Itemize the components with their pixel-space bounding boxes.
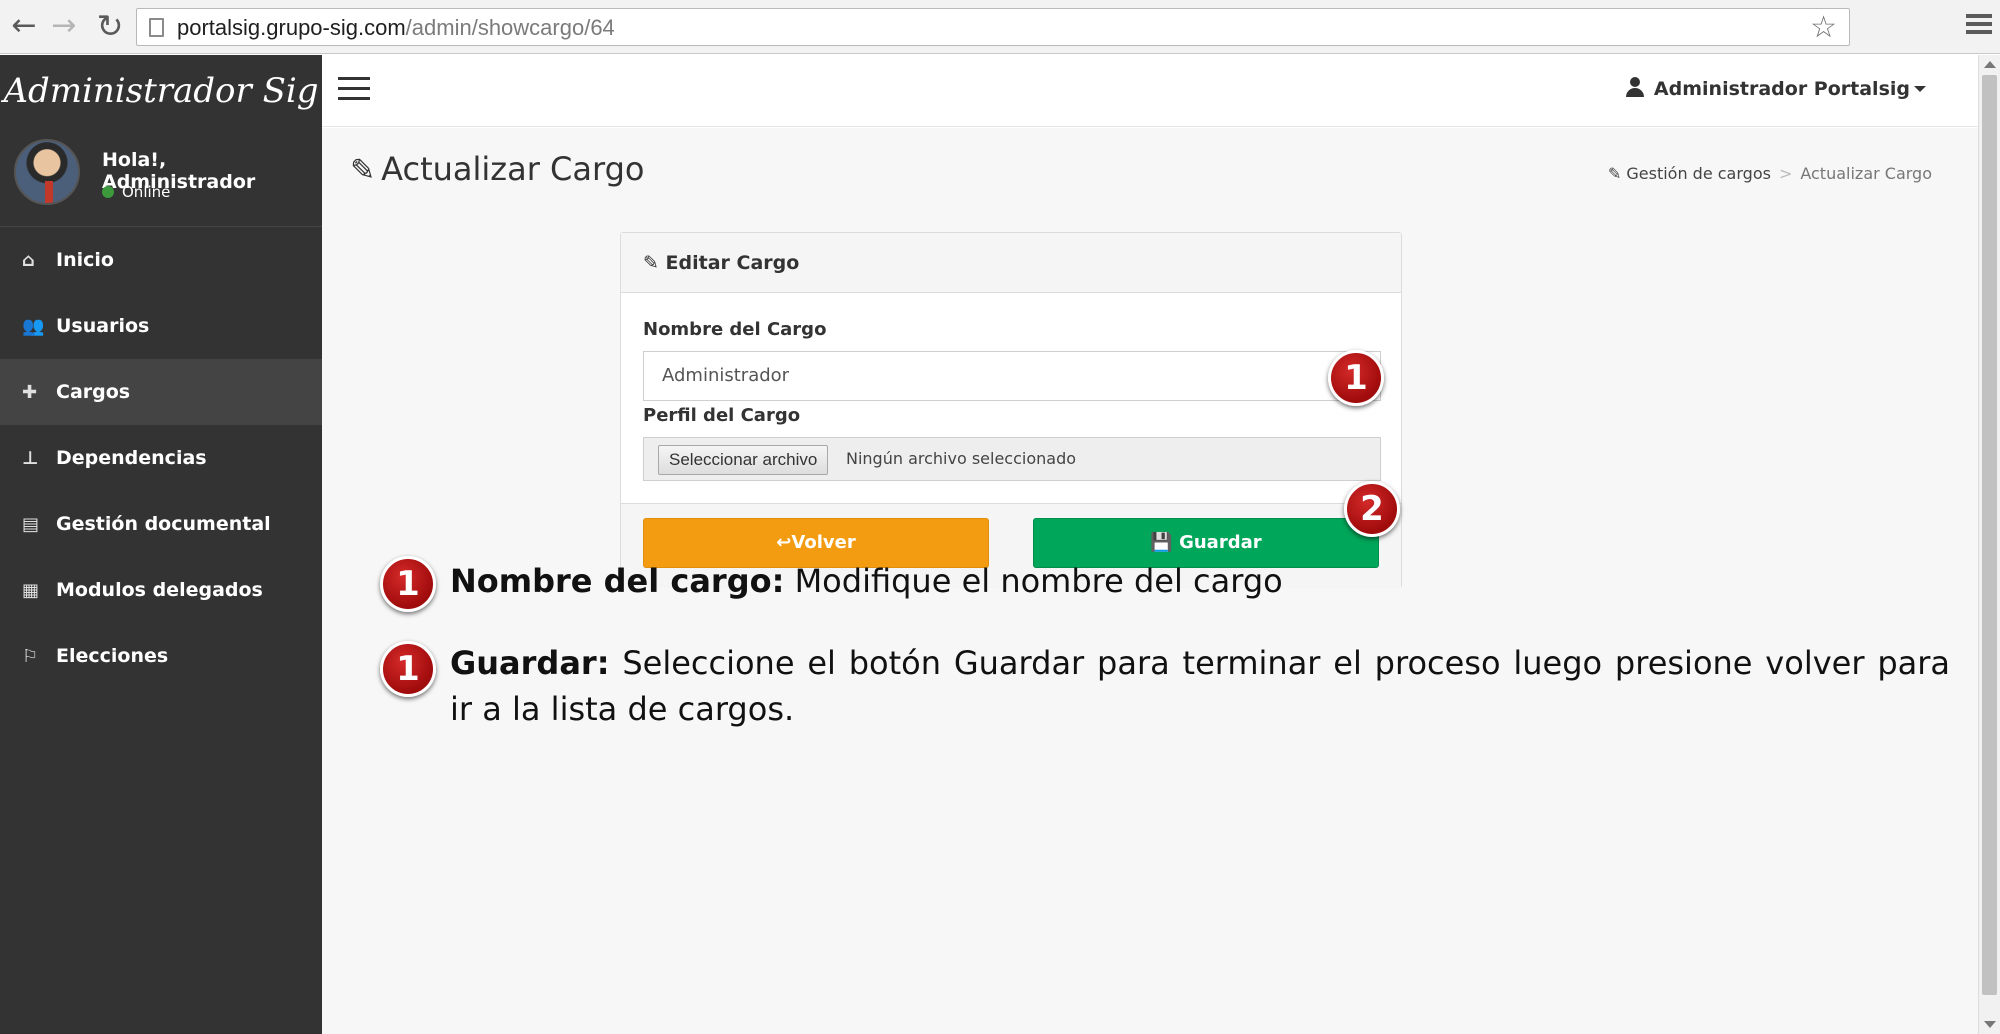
grid-icon: ▦ (22, 580, 40, 601)
page-title-text: Actualizar Cargo (381, 150, 645, 188)
user-panel: Hola!, Administrador Online (0, 127, 322, 227)
reload-icon[interactable]: ↻ (94, 8, 126, 44)
sidebar-item-gestion-documental[interactable]: ▤ Gestión documental (0, 491, 322, 557)
users-icon: 👥 (22, 316, 45, 337)
vertical-scrollbar[interactable] (1978, 55, 2000, 1034)
page-title: ✎ Actualizar Cargo (350, 150, 644, 188)
address-bar[interactable]: portalsig.grupo-sig.com/admin/showcargo/… (136, 8, 1850, 46)
reply-icon: ↩ (776, 532, 792, 553)
back-arrow-icon[interactable]: ← (8, 8, 40, 44)
sidebar-item-label: Elecciones (56, 645, 169, 667)
instruction-note: Guardar: Seleccione el botón Guardar par… (450, 640, 1950, 732)
edit-icon: ✎ (1607, 164, 1627, 183)
panel-header: ✎ Editar Cargo (621, 233, 1401, 293)
top-navbar: Administrador Portalsig (322, 55, 1978, 127)
url-host: portalsig.grupo-sig.com (177, 15, 406, 40)
note-title: Guardar: (450, 644, 610, 682)
sidebar-item-label: Gestión documental (56, 513, 271, 535)
breadcrumb: ✎ Gestión de cargos > Actualizar Cargo (1608, 164, 1932, 183)
sidebar-item-label: Modulos delegados (56, 579, 263, 601)
scroll-down-icon[interactable] (1984, 1021, 1996, 1028)
bookmark-star-icon[interactable]: ☆ (1810, 10, 1837, 45)
callout-marker: 2 (1344, 481, 1400, 537)
sidebar-item-label: Cargos (56, 381, 131, 403)
sidebar-item-label: Inicio (56, 249, 114, 271)
save-label: Guardar (1179, 532, 1262, 553)
page-icon (149, 18, 164, 37)
user-menu[interactable]: Administrador Portalsig (1625, 77, 1926, 100)
sitemap-icon: ⊥ (22, 448, 39, 469)
caret-down-icon (1914, 86, 1926, 92)
file-input[interactable]: Seleccionar archivo Ningún archivo selec… (643, 437, 1381, 481)
name-label: Nombre del Cargo (643, 319, 827, 340)
edit-icon: ✎ (350, 153, 376, 188)
sidebar-item-label: Dependencias (56, 447, 207, 469)
sidebar-item-cargos[interactable]: ✚ Cargos (0, 359, 322, 425)
callout-marker: 1 (380, 556, 436, 612)
online-status: Online (102, 183, 170, 201)
note-text: Modifique el nombre del cargo (784, 562, 1283, 600)
book-icon: ▤ (22, 514, 40, 535)
sidebar-item-elecciones[interactable]: ⚐ Elecciones (0, 623, 322, 689)
callout-marker: 1 (1328, 350, 1384, 406)
choose-file-button[interactable]: Seleccionar archivo (658, 445, 829, 475)
note-title: Nombre del cargo: (450, 562, 785, 600)
status-text: Online (122, 183, 171, 201)
avatar (14, 139, 80, 205)
edit-panel: ✎ Editar Cargo Nombre del Cargo Administ… (620, 232, 1402, 588)
sidebar-item-usuarios[interactable]: 👥 Usuarios (0, 293, 322, 359)
file-status: Ningún archivo seleccionado (846, 449, 1077, 468)
panel-title: Editar Cargo (665, 252, 800, 274)
online-dot-icon (102, 186, 114, 198)
user-name: Administrador Portalsig (1653, 78, 1910, 100)
breadcrumb-current: Actualizar Cargo (1800, 164, 1932, 183)
sidebar-item-modulos-delegados[interactable]: ▦ Modulos delegados (0, 557, 322, 623)
scroll-up-icon[interactable] (1984, 61, 1996, 68)
profile-label: Perfil del Cargo (643, 405, 801, 426)
puzzle-icon: ✚ (22, 382, 38, 403)
callout-marker: 1 (380, 641, 436, 697)
content-area: ✎ Actualizar Cargo ✎ Gestión de cargos > Ac… (322, 128, 1978, 1034)
user-icon (1625, 77, 1644, 97)
name-input[interactable]: Administrador (643, 351, 1381, 401)
forward-arrow-icon[interactable]: → (48, 8, 80, 44)
breadcrumb-separator: > (1778, 164, 1793, 183)
back-label: Volver (791, 532, 856, 553)
scroll-thumb[interactable] (1982, 75, 1997, 995)
flag-icon: ⚐ (22, 646, 39, 667)
note-text: Seleccione el botón Guardar para termina… (450, 644, 1950, 728)
brand-logo[interactable]: Administrador Sig (0, 55, 322, 127)
browser-menu-icon[interactable] (1966, 10, 1992, 40)
sidebar: Administrador Sig Hola!, Administrador O… (0, 55, 322, 1034)
breadcrumb-link[interactable]: Gestión de cargos (1626, 164, 1771, 183)
sidebar-item-label: Usuarios (56, 315, 150, 337)
sidebar-item-inicio[interactable]: ⌂ Inicio (0, 227, 322, 293)
hamburger-menu-icon[interactable] (338, 77, 370, 103)
sidebar-item-dependencias[interactable]: ⊥ Dependencias (0, 425, 322, 491)
browser-toolbar: ← → ↻ portalsig.grupo-sig.com/admin/show… (0, 0, 2000, 54)
url-text[interactable]: portalsig.grupo-sig.com/admin/showcargo/… (177, 15, 615, 41)
home-icon: ⌂ (22, 250, 35, 271)
edit-icon: ✎ (643, 252, 666, 274)
floppy-icon: 💾 (1150, 532, 1180, 553)
instruction-note: Nombre del cargo: Modifique el nombre de… (450, 558, 1950, 604)
main-area: Administrador Portalsig ✎ Actualizar Carg… (322, 55, 1978, 1034)
url-path: /admin/showcargo/64 (405, 15, 615, 40)
